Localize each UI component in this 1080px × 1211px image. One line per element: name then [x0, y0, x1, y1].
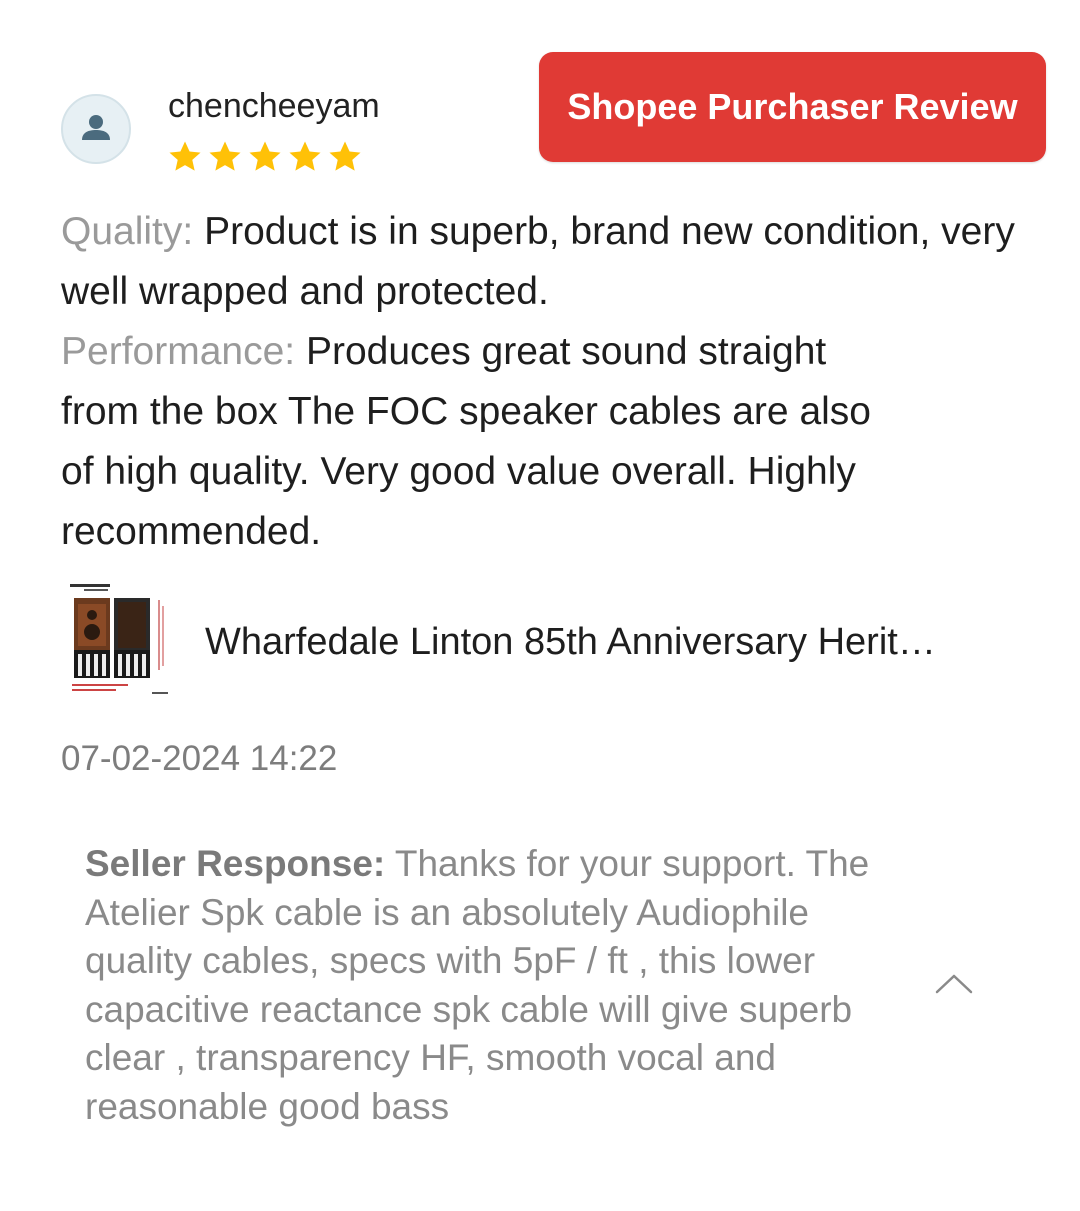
star-icon — [249, 141, 281, 171]
quality-text: Product is in superb, brand new conditio… — [61, 210, 1015, 313]
product-thumbnail[interactable] — [64, 580, 180, 702]
performance-label: Performance: — [61, 330, 296, 373]
review-card: chencheeyam Shopee Purchaser Review Qual… — [0, 0, 1080, 1211]
user-avatar-icon — [82, 115, 110, 140]
review-date: 07-02-2024 14:22 — [61, 739, 338, 778]
speaker-product-image — [64, 580, 180, 702]
star-icon — [209, 141, 241, 171]
purchaser-review-badge: Shopee Purchaser Review — [539, 52, 1046, 162]
quality-paragraph: Quality: Product is in superb, brand new… — [61, 202, 1021, 322]
avatar[interactable] — [61, 94, 131, 164]
performance-paragraph: Performance: Produces great sound straig… — [61, 322, 1021, 562]
chevron-up-icon — [935, 974, 973, 994]
collapse-response-button[interactable] — [932, 966, 976, 1000]
star-icon — [289, 141, 321, 171]
quality-label: Quality: — [61, 210, 194, 253]
review-body: Quality: Product is in superb, brand new… — [61, 202, 1021, 562]
seller-response-text: Thanks for your support. The Atelier Spk… — [85, 843, 870, 1127]
reviewer-username: chencheeyam — [168, 87, 380, 125]
seller-response: Seller Response: Thanks for your support… — [85, 840, 915, 1131]
star-icon — [329, 141, 361, 171]
star-icon — [169, 141, 201, 171]
star-rating — [166, 138, 364, 176]
seller-response-label: Seller Response: — [85, 843, 386, 884]
product-name-link[interactable]: Wharfedale Linton 85th Anniversary Herit… — [205, 616, 1005, 668]
